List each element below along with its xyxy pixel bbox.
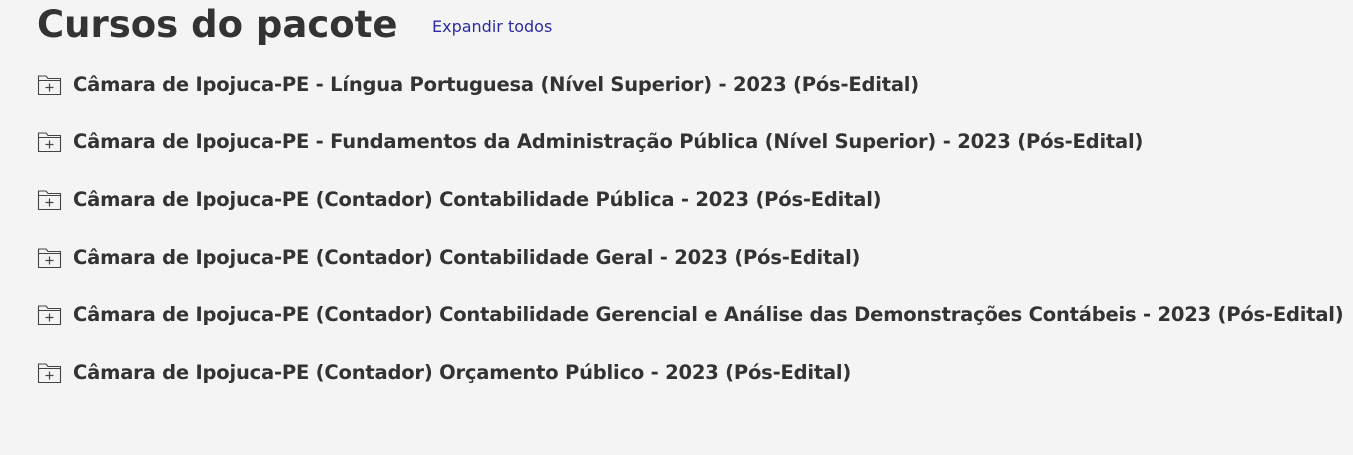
- course-item[interactable]: Câmara de Ipojuca-PE (Contador) Contabil…: [37, 286, 1344, 344]
- folder-plus-icon[interactable]: [37, 189, 62, 211]
- course-package-header: Cursos do pacote Expandir todos: [37, 0, 1337, 50]
- course-title[interactable]: Câmara de Ipojuca-PE (Contador) Contabil…: [73, 187, 882, 213]
- folder-plus-icon[interactable]: [37, 247, 62, 269]
- folder-plus-icon[interactable]: [37, 362, 62, 384]
- page-title: Cursos do pacote: [37, 3, 398, 46]
- course-item[interactable]: Câmara de Ipojuca-PE (Contador) Contabil…: [37, 229, 1337, 287]
- course-title[interactable]: Câmara de Ipojuca-PE (Contador) Orçament…: [73, 360, 851, 386]
- folder-plus-icon[interactable]: [37, 131, 62, 153]
- course-title[interactable]: Câmara de Ipojuca-PE - Língua Portuguesa…: [73, 72, 919, 98]
- course-title[interactable]: Câmara de Ipojuca-PE - Fundamentos da Ad…: [73, 129, 1143, 155]
- course-title[interactable]: Câmara de Ipojuca-PE (Contador) Contabil…: [73, 245, 860, 271]
- expand-all-link[interactable]: Expandir todos: [432, 16, 552, 38]
- course-title[interactable]: Câmara de Ipojuca-PE (Contador) Contabil…: [73, 302, 1344, 328]
- course-item[interactable]: Câmara de Ipojuca-PE (Contador) Contabil…: [37, 171, 1337, 229]
- folder-plus-icon[interactable]: [37, 304, 62, 326]
- course-item[interactable]: Câmara de Ipojuca-PE (Contador) Orçament…: [37, 344, 1337, 402]
- course-item[interactable]: Câmara de Ipojuca-PE - Língua Portuguesa…: [37, 56, 1337, 114]
- course-list: Câmara de Ipojuca-PE - Língua Portuguesa…: [37, 56, 1344, 402]
- course-item[interactable]: Câmara de Ipojuca-PE - Fundamentos da Ad…: [37, 114, 1337, 172]
- folder-plus-icon[interactable]: [37, 74, 62, 96]
